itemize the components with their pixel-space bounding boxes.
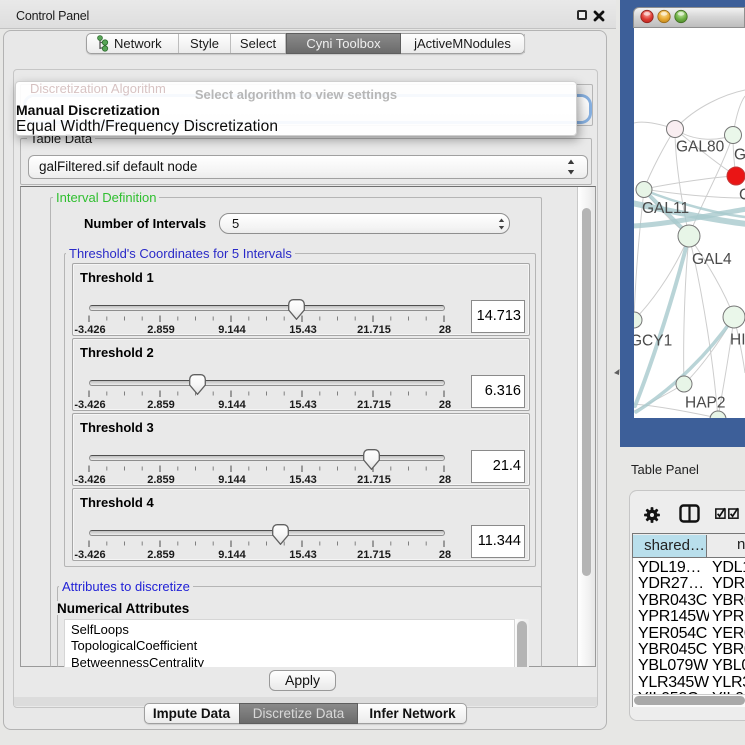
svg-text:GAL11: GAL11 xyxy=(642,200,689,217)
svg-text:GA: GA xyxy=(734,147,745,164)
svg-text:GCY1: GCY1 xyxy=(634,333,672,350)
svg-text:CY: CY xyxy=(739,187,745,204)
svg-text:GAL80: GAL80 xyxy=(676,139,725,156)
svg-text:HIS4: HIS4 xyxy=(730,332,745,349)
svg-text:HAP2: HAP2 xyxy=(685,395,726,412)
svg-text:GAL4: GAL4 xyxy=(692,251,732,268)
